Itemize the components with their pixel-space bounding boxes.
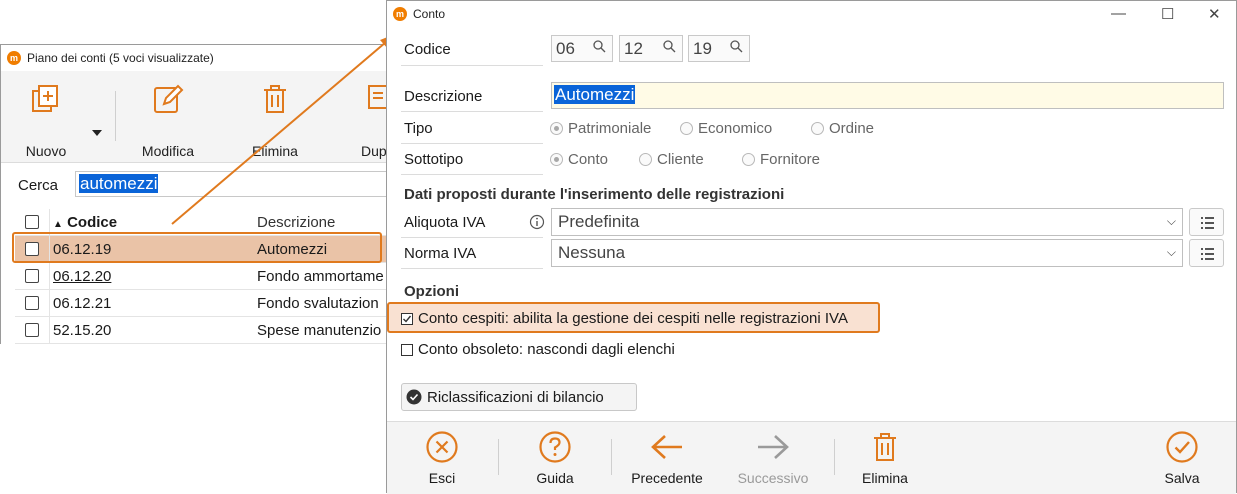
norma-label: Norma IVA [404,245,477,262]
window-title: Conto [413,7,446,21]
info-icon[interactable] [529,214,545,230]
conto-dialog: m Conto — ☐ ✕ Codice 06 12 19 Descrizion… [386,0,1237,494]
radio-label: Conto [568,151,609,168]
aliquota-list-button[interactable] [1189,208,1224,236]
conto-obsoleto-label: Conto obsoleto: nascondi dagli elenchi [418,341,675,358]
descrizione-value: Automezzi [554,85,636,104]
tipo-label: Tipo [404,120,433,137]
radio-label: Patrimoniale [568,120,652,137]
checkbox-checked-icon [401,312,413,325]
radio-selected-icon [550,153,563,166]
tipo-radio-patrimoniale[interactable]: Patrimoniale [550,120,651,137]
elimina-footer-label: Elimina [862,470,908,486]
sottotipo-radio-conto[interactable]: Conto [550,151,608,168]
sottotipo-label: Sottotipo [404,151,464,168]
radio-icon [742,153,755,166]
tipo-radio-ordine[interactable]: Ordine [811,120,874,137]
esci-button[interactable]: Esci [417,430,467,486]
norma-select[interactable]: Nessuna ⌵ [551,239,1183,267]
aliquota-select[interactable]: Predefinita ⌵ [551,208,1183,236]
footer-divider [498,439,499,475]
cancel-circle-icon [426,431,458,463]
codice-part-3-field[interactable]: 19 [688,35,750,62]
codice-label: Codice [404,41,451,58]
close-icon[interactable]: ✕ [1208,5,1221,23]
footer-divider [834,439,835,475]
chevron-down-icon: ⌵ [1166,245,1176,259]
descrizione-label: Descrizione [404,88,483,105]
elimina-footer-button[interactable]: Elimina [855,430,915,486]
list-icon [1201,248,1214,260]
precedente-label: Precedente [631,470,703,486]
riclassificazioni-button[interactable]: Riclassificazioni di bilancio [401,383,637,411]
radio-label: Ordine [829,120,875,137]
label-underline [401,237,543,238]
guida-label: Guida [536,470,574,486]
radio-label: Cliente [657,151,704,168]
esci-label: Esci [428,470,456,486]
checkbox-icon [401,343,413,356]
opzioni-section-heading: Opzioni [404,283,459,300]
aliquota-value: Predefinita [558,212,640,231]
radio-label: Economico [698,120,773,137]
successivo-label: Successivo [737,470,809,486]
maximize-icon[interactable]: ☐ [1161,5,1174,23]
window-titlebar: m Conto [387,1,1236,27]
footer-divider [611,439,612,475]
minimize-icon[interactable]: — [1111,5,1126,22]
radio-label: Fornitore [760,151,821,168]
tipo-radio-economico[interactable]: Economico [680,120,772,137]
dati-section-heading: Dati proposti durante l'inserimento dell… [404,186,785,203]
app-logo-icon: m [393,7,407,21]
trash-icon [874,433,896,461]
arrow-left-icon [651,435,682,459]
label-underline [401,174,543,175]
check-circle-icon [406,389,422,405]
norma-list-button[interactable] [1189,239,1224,267]
codice-part-1-value: 06 [556,39,575,58]
label-underline [401,268,543,269]
precedente-button[interactable]: Precedente [627,430,707,486]
label-underline [401,65,543,66]
codice-part-3-value: 19 [693,39,712,58]
norma-value: Nessuna [558,243,626,262]
sottotipo-radio-cliente[interactable]: Cliente [639,151,704,168]
list-icon [1201,217,1214,229]
salva-label: Salva [1164,470,1200,486]
codice-part-1-field[interactable]: 06 [551,35,613,62]
descrizione-input[interactable]: Automezzi [551,82,1224,109]
label-underline [401,111,543,112]
guida-button[interactable]: Guida [525,430,585,486]
conto-obsoleto-checkbox[interactable]: Conto obsoleto: nascondi dagli elenchi [401,341,675,358]
search-icon[interactable] [729,39,743,53]
search-icon[interactable] [662,39,676,53]
salva-button[interactable]: Salva [1157,430,1207,486]
chevron-down-icon: ⌵ [1166,214,1176,228]
radio-icon [680,122,693,135]
codice-part-2-field[interactable]: 12 [619,35,683,62]
label-underline [401,143,543,144]
radio-selected-icon [550,122,563,135]
arrow-right-icon [758,435,789,459]
radio-icon [639,153,652,166]
successivo-button[interactable]: Successivo [735,430,811,486]
conto-cespiti-checkbox[interactable]: Conto cespiti: abilita la gestione dei c… [401,310,848,327]
sottotipo-radio-fornitore[interactable]: Fornitore [742,151,820,168]
conto-cespiti-label: Conto cespiti: abilita la gestione dei c… [418,310,848,327]
codice-part-2-value: 12 [624,39,643,58]
help-circle-icon [539,431,571,463]
radio-icon [811,122,824,135]
search-icon[interactable] [592,39,606,53]
dialog-footer: Esci Guida Precedente Successivo Elimina [387,421,1236,494]
check-circle-icon [1166,431,1198,463]
riclassificazioni-label: Riclassificazioni di bilancio [427,388,604,406]
aliquota-label: Aliquota IVA [404,214,486,231]
